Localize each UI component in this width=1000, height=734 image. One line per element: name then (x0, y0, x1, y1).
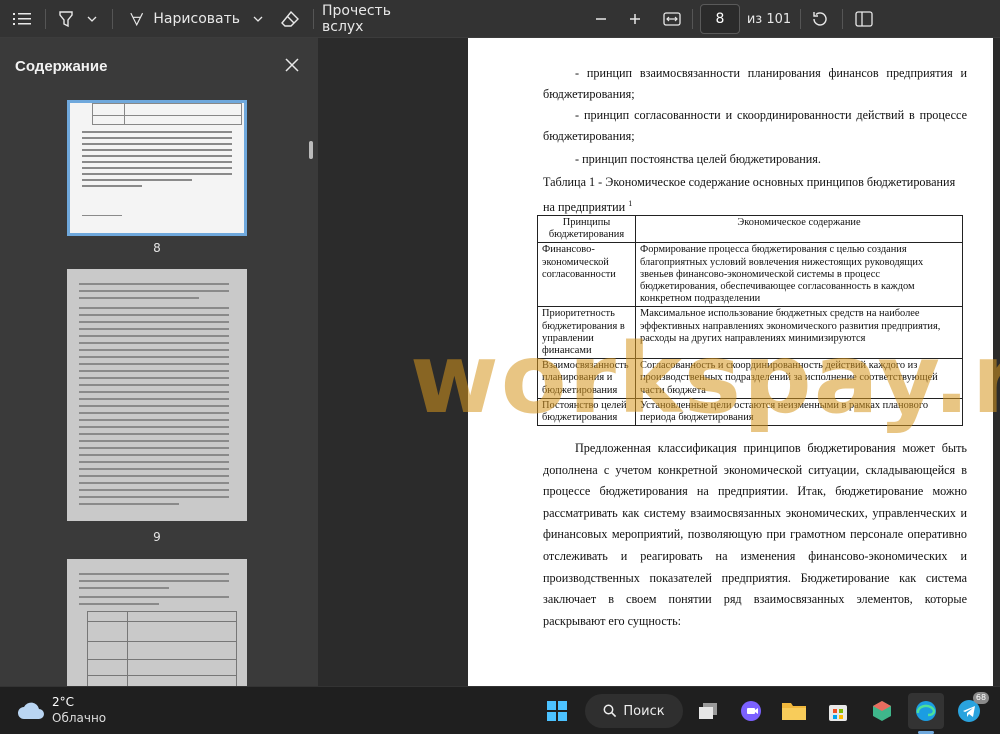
rotate-icon (813, 12, 827, 26)
page-number-input[interactable]: 8 (700, 4, 740, 34)
notification-badge: 68 (973, 692, 989, 704)
zoom-in-button[interactable] (624, 0, 646, 38)
toolbar-separator (800, 9, 801, 29)
table-cell: Согласованность и скоординированность де… (635, 358, 963, 399)
teams-icon (741, 701, 761, 721)
body-line: - принцип постоянства целей бюджетирован… (575, 152, 821, 166)
minus-icon (596, 18, 606, 20)
page-view-icon (855, 11, 873, 27)
taskbar-search-button[interactable]: Поиск (585, 694, 683, 728)
toolbar-separator (45, 9, 46, 29)
task-view-button[interactable] (692, 695, 724, 727)
sidebar-title: Содержание (15, 58, 108, 75)
edge-browser-button[interactable] (908, 693, 944, 729)
table-cell: Максимальное использование бюджетных сре… (635, 306, 963, 360)
close-icon (285, 58, 299, 72)
document-viewer[interactable]: - принцип взаимосвязанности планирования… (318, 38, 1000, 686)
file-explorer-button[interactable] (778, 695, 810, 727)
read-aloud-button[interactable]: Прочесть вслух (322, 0, 436, 38)
eraser-icon (281, 11, 299, 27)
store-app-button[interactable] (822, 695, 854, 727)
rotate-button[interactable] (808, 0, 832, 38)
weather-desc: Облачно (52, 711, 107, 725)
table-header-cell: Принципы бюджетирования (537, 214, 636, 244)
pen-icon (130, 12, 144, 27)
table-caption: Таблица 1 - Экономическое содержание осн… (543, 172, 967, 218)
weather-temp: 2°C (52, 695, 75, 709)
fit-width-icon (663, 12, 681, 26)
table-cell: Взаимосвязанность планирования и бюджети… (537, 358, 636, 399)
page-total-label: из 101 (746, 11, 792, 27)
table-cell: Постоянство целей бюджетирования (537, 397, 636, 427)
table-header-cell: Экономическое содержание (635, 214, 963, 244)
chevron-down-icon (87, 16, 97, 22)
body-paragraph: Предложенная классификация принципов бюд… (543, 441, 967, 628)
start-button[interactable] (541, 695, 573, 727)
pdf-toolbar: Нарисовать Прочесть вслух 8 из 101 (0, 0, 1000, 38)
toolbar-separator (692, 9, 693, 29)
search-icon (603, 704, 617, 718)
page-view-button[interactable] (852, 0, 876, 38)
toolbar-separator (842, 9, 843, 29)
weather-widget[interactable]: 2°C Облачно (14, 693, 124, 729)
thumbnail-number: 8 (153, 241, 161, 255)
cloud-icon (18, 702, 44, 719)
edge-icon (916, 701, 936, 721)
chevron-down-icon (253, 16, 263, 22)
windows-taskbar: 2°C Облачно Поиск 68 (0, 686, 1000, 734)
footnote-mark: 1 (628, 199, 633, 208)
table-row: Взаимосвязанность планирования и бюджети… (537, 358, 963, 399)
highlight-options-button[interactable] (84, 0, 100, 38)
document-page: - принцип взаимосвязанности планирования… (468, 38, 993, 686)
page-thumbnail-10[interactable] (67, 559, 247, 686)
fit-width-button[interactable] (660, 0, 684, 38)
app-icon (873, 701, 891, 721)
sidebar-scrollbar[interactable] (309, 141, 313, 159)
principles-table: Принципы бюджетирования Экономическое со… (537, 214, 963, 427)
toolbar-separator (313, 9, 314, 29)
body-line: - принцип взаимосвязанности планирования… (543, 66, 967, 101)
table-row: Постоянство целей бюджетирования Установ… (537, 397, 963, 427)
body-line: - принцип согласованности и скоординиров… (543, 108, 967, 143)
read-aloud-label: Прочесть вслух (322, 3, 391, 35)
table-row: Финансово-экономической согласованности … (537, 242, 963, 308)
search-label: Поиск (623, 703, 665, 719)
folder-icon (782, 703, 806, 720)
highlight-button[interactable] (54, 0, 78, 38)
app-button-generic[interactable] (866, 695, 898, 727)
contents-toggle-button[interactable] (4, 0, 40, 38)
draw-label: Нарисовать (153, 11, 240, 27)
task-view-icon (699, 703, 717, 719)
draw-options-button[interactable] (250, 0, 266, 38)
highlighter-icon (59, 11, 73, 28)
sidebar-close-button[interactable] (281, 54, 303, 76)
teams-app-button[interactable] (735, 695, 767, 727)
table-cell: Приоритетность бюджетирования в управлен… (537, 306, 636, 360)
table-cell: Формирование процесса бюджетирования с ц… (635, 242, 963, 308)
zoom-out-button[interactable] (590, 0, 612, 38)
table-cell: Установленные цели остаются неизменными … (635, 397, 963, 427)
plus-icon (630, 14, 640, 24)
list-icon (13, 13, 31, 25)
page-thumbnail-8[interactable] (67, 100, 247, 236)
table-cell: Финансово-экономической согласованности (537, 242, 636, 308)
table-row: Приоритетность бюджетирования в управлен… (537, 306, 963, 360)
store-icon (829, 705, 847, 721)
toolbar-separator (112, 9, 113, 29)
table-header-row: Принципы бюджетирования Экономическое со… (537, 214, 963, 244)
windows-logo-icon (547, 701, 567, 721)
contents-sidebar: Содержание 8 9 (0, 38, 318, 686)
draw-button[interactable]: Нарисовать (130, 0, 240, 38)
table-caption-text: Таблица 1 - Экономическое содержание осн… (543, 175, 956, 215)
erase-button[interactable] (278, 0, 302, 38)
page-thumbnail-9[interactable] (67, 269, 247, 521)
thumbnail-number: 9 (153, 530, 161, 544)
